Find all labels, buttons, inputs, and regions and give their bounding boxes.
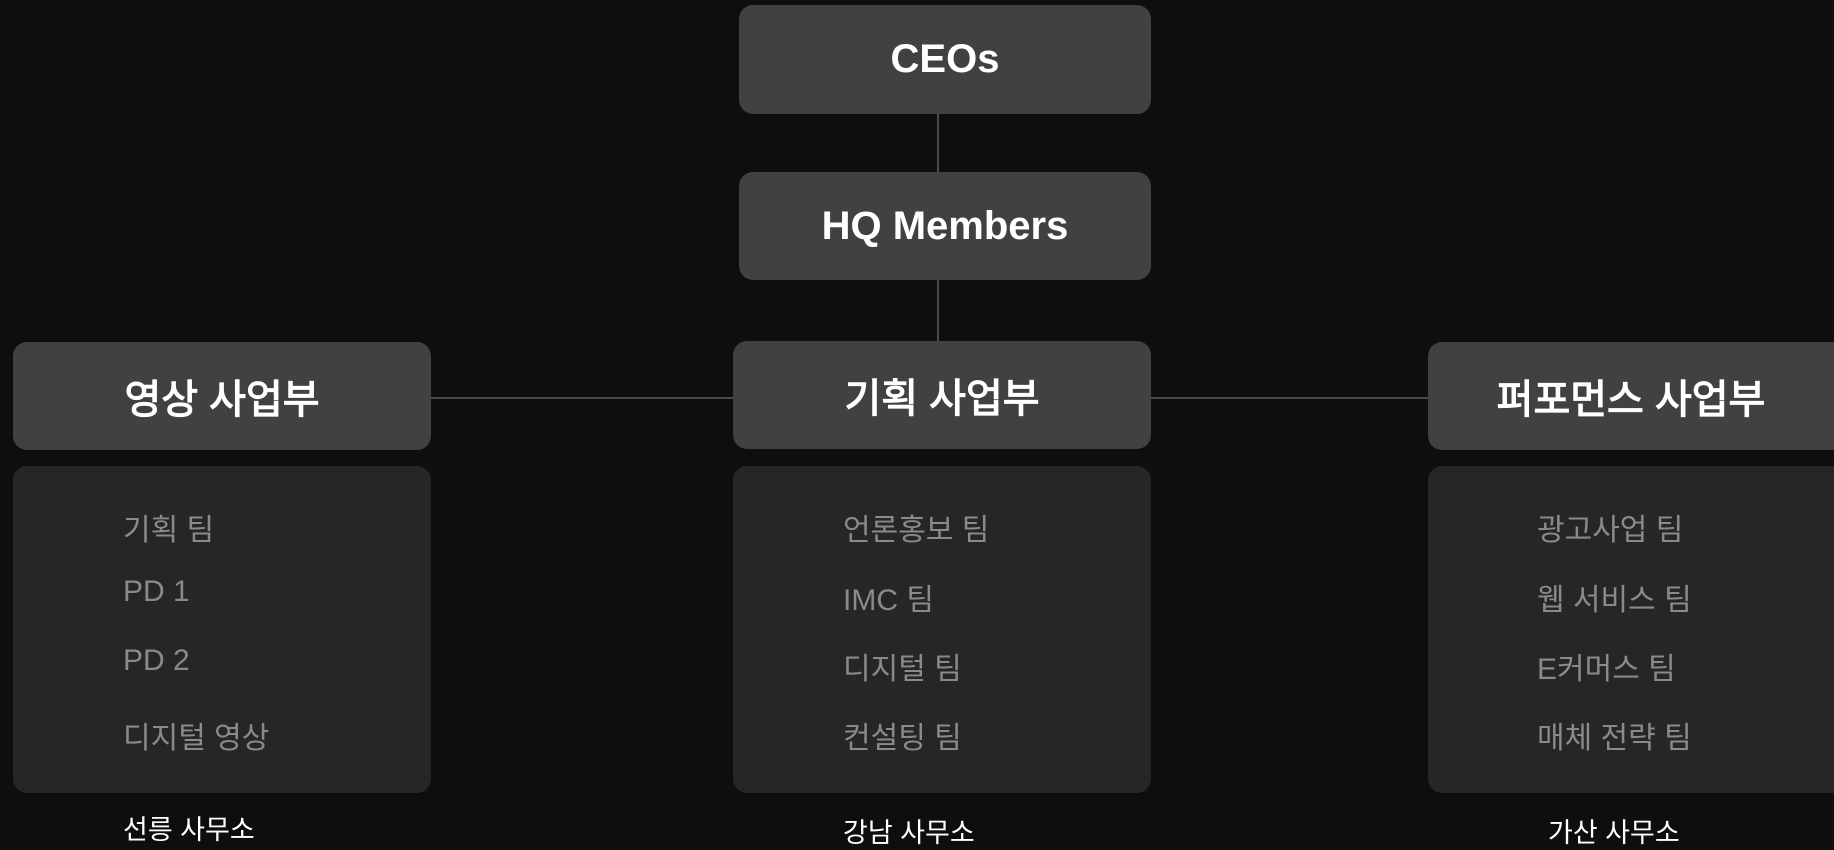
connector-ceo-hq <box>937 114 939 172</box>
team-item: 디지털 영상 <box>123 722 270 755</box>
connector-video-planning <box>431 397 733 399</box>
hq-members-node: HQ Members <box>739 172 1151 280</box>
team-item: 기획 팀 <box>123 514 215 547</box>
connector-hq-planning <box>937 280 939 342</box>
office-label: 강남 사무소 <box>843 818 975 848</box>
ceo-node: CEOs <box>739 5 1151 114</box>
team-item: E커머스 팀 <box>1537 653 1676 686</box>
office-label: 선릉 사무소 <box>123 815 255 845</box>
division-video-node: 영상 사업부 <box>13 342 431 450</box>
team-item: 매체 전략 팀 <box>1537 722 1692 755</box>
team-item: 컨설팅 팀 <box>843 722 962 755</box>
team-item: 언론홍보 팀 <box>843 514 990 547</box>
team-item: PD 2 <box>123 644 190 677</box>
team-item: 디지털 팀 <box>843 653 962 686</box>
team-item: 광고사업 팀 <box>1537 514 1684 547</box>
division-performance-node: 퍼포먼스 사업부 <box>1428 342 1834 450</box>
division-planning-node: 기획 사업부 <box>733 341 1151 449</box>
team-item: PD 1 <box>123 575 190 608</box>
team-item: IMC 팀 <box>843 584 934 617</box>
office-label: 가산 사무소 <box>1548 818 1680 848</box>
team-item: 웹 서비스 팀 <box>1537 584 1692 617</box>
connector-planning-performance <box>1151 397 1428 399</box>
